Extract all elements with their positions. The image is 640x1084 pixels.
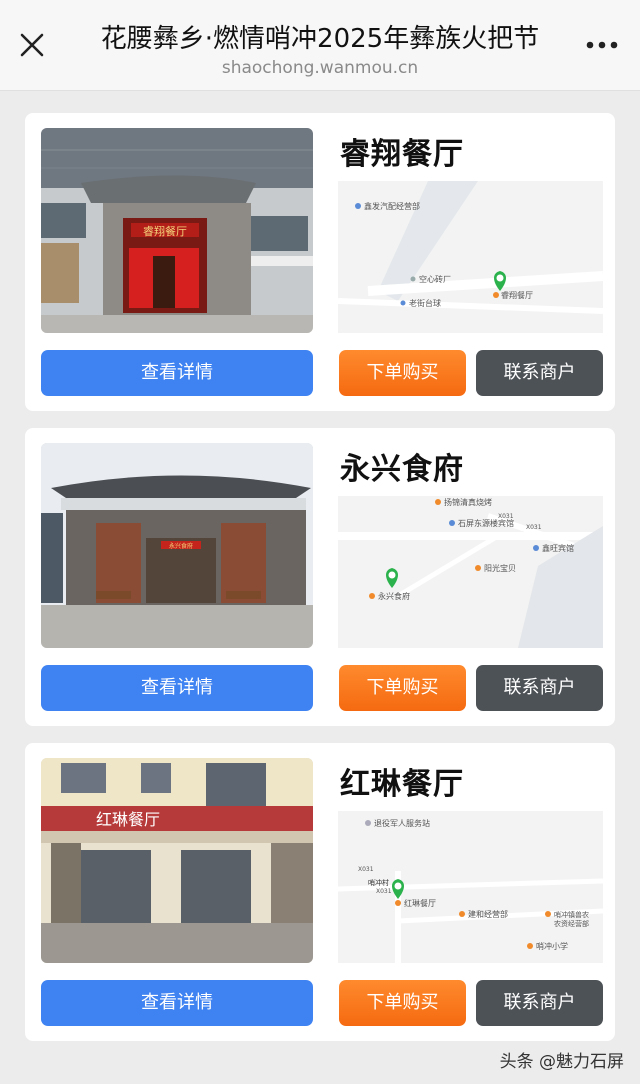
map-label: 鑫发汽配经营部: [364, 201, 420, 211]
map-label: X031: [358, 866, 374, 873]
restaurant-photo[interactable]: 永兴食府: [41, 443, 313, 648]
restaurant-map[interactable]: 鑫发汽配经营部 空心砖厂 老街台球 睿翔餐厅: [338, 181, 603, 333]
map-label: 建和经营部: [468, 909, 508, 919]
order-buy-button[interactable]: 下单购买: [339, 980, 466, 1026]
restaurant-sign: 红琳餐厅: [96, 810, 160, 829]
map-label: X031: [376, 888, 392, 895]
map-label: 阳光宝贝: [484, 563, 516, 573]
map-label: 空心砖厂: [419, 274, 451, 284]
contact-merchant-button[interactable]: 联系商户: [476, 350, 603, 396]
map-label: 睿翔餐厅: [501, 290, 533, 300]
contact-merchant-button[interactable]: 联系商户: [476, 980, 603, 1026]
close-icon[interactable]: [14, 27, 50, 63]
map-label: 红琳餐厅: [404, 898, 436, 908]
restaurant-map[interactable]: 扬锦清真烧烤 石屏东源楼宾馆 鑫旺宾馆 阳光宝贝 X031 X031 永兴食府: [338, 496, 603, 648]
restaurant-name: 睿翔餐厅: [340, 137, 464, 172]
restaurant-card: 永兴食府 永兴食府 扬锦清真烧烤 石屏东源楼宾馆 鑫旺宾馆 阳光宝贝 X031 …: [25, 428, 615, 726]
restaurant-name: 永兴食府: [340, 452, 464, 487]
view-details-button[interactable]: 查看详情: [41, 350, 313, 396]
order-buy-button[interactable]: 下单购买: [339, 350, 466, 396]
map-label: 农资经营部: [554, 919, 589, 928]
view-details-button[interactable]: 查看详情: [41, 665, 313, 711]
map-label: 扬锦清真烧烤: [444, 497, 492, 507]
map-label: 哨冲小学: [536, 941, 568, 951]
contact-merchant-button[interactable]: 联系商户: [476, 665, 603, 711]
restaurant-card: 睿翔餐厅 睿翔餐厅 鑫发汽配经营部 空心砖厂 老街台球 睿翔餐厅 查看详情 下单…: [25, 113, 615, 411]
restaurant-photo[interactable]: 红琳餐厅: [41, 758, 313, 963]
restaurant-photo[interactable]: 睿翔餐厅: [41, 128, 313, 333]
map-label: 老街台球: [409, 298, 441, 308]
map-label: 退役军人服务站: [374, 818, 430, 828]
page-title: 花腰彝乡·燃情哨冲2025年彝族火把节: [100, 24, 540, 54]
restaurant-map[interactable]: 退役军人服务站 X031 哨冲村 X031 红琳餐厅 建和经营部 哨冲镇兽农 农…: [338, 811, 603, 963]
order-buy-button[interactable]: 下单购买: [339, 665, 466, 711]
page-domain: shaochong.wanmou.cn: [221, 58, 419, 78]
map-label: 哨冲镇兽农: [554, 910, 589, 919]
more-dots-icon[interactable]: [582, 32, 622, 58]
top-bar: 花腰彝乡·燃情哨冲2025年彝族火把节 shaochong.wanmou.cn: [0, 0, 640, 91]
restaurant-name: 红琳餐厅: [340, 767, 464, 802]
map-label: X031: [526, 524, 542, 531]
map-label: 哨冲村: [368, 878, 389, 887]
restaurant-sign: 永兴食府: [169, 542, 193, 550]
restaurant-sign: 睿翔餐厅: [143, 224, 187, 238]
map-label: X031: [498, 513, 514, 520]
restaurant-card: 红琳餐厅 红琳餐厅 退役军人服务站 X031 哨冲村 X031 红琳餐厅 建和经…: [25, 743, 615, 1041]
map-label: 鑫旺宾馆: [542, 543, 574, 553]
view-details-button[interactable]: 查看详情: [41, 980, 313, 1026]
map-label: 永兴食府: [378, 591, 410, 601]
watermark-text: 头条 @魅力石屏: [499, 1052, 624, 1072]
